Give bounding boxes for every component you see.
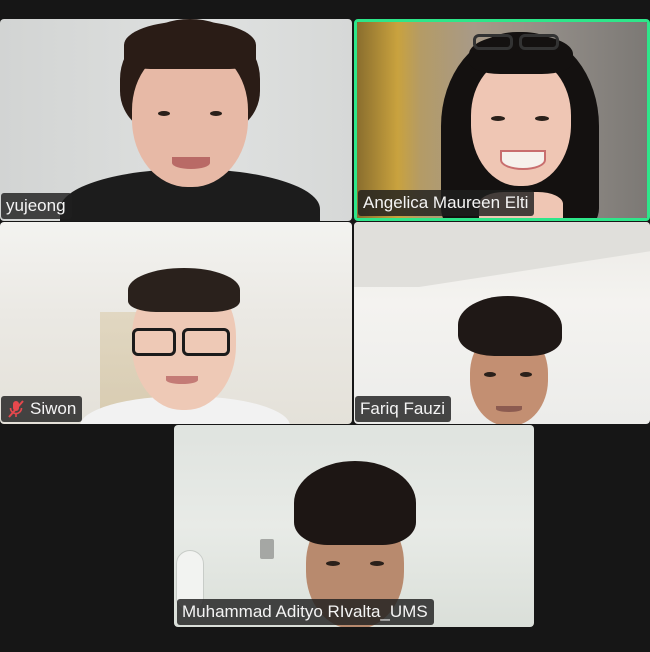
video-gallery: yujeong Angelica Maureen Elti Siwon Fari… [0, 0, 650, 652]
participant-name: Fariq Fauzi [360, 399, 446, 418]
participant-video-tile[interactable]: Fariq Fauzi [354, 222, 650, 424]
participant-video-tile-active[interactable]: Angelica Maureen Elti [354, 19, 650, 221]
participant-video-tile[interactable]: Muhammad Adityo RIvalta_UMS [174, 425, 534, 627]
participant-video [60, 19, 320, 221]
microphone-muted-icon [6, 399, 26, 419]
participant-name-tag: Muhammad Adityo RIvalta_UMS [177, 599, 434, 625]
participant-name: yujeong [6, 196, 66, 215]
participant-name-tag: Siwon [1, 396, 83, 422]
participant-video [454, 294, 564, 424]
participant-name-tag: yujeong [1, 193, 72, 219]
participant-video-tile[interactable]: Siwon [0, 222, 352, 424]
background-outlet [260, 539, 274, 559]
participant-name: Angelica Maureen Elti [363, 193, 529, 212]
participant-name-tag: Fariq Fauzi [355, 396, 452, 422]
participant-name-tag: Angelica Maureen Elti [358, 190, 535, 216]
participant-video [80, 268, 290, 424]
participant-name: Muhammad Adityo RIvalta_UMS [182, 602, 428, 621]
participant-video-tile[interactable]: yujeong [0, 19, 352, 221]
participant-name: Siwon [30, 399, 77, 418]
